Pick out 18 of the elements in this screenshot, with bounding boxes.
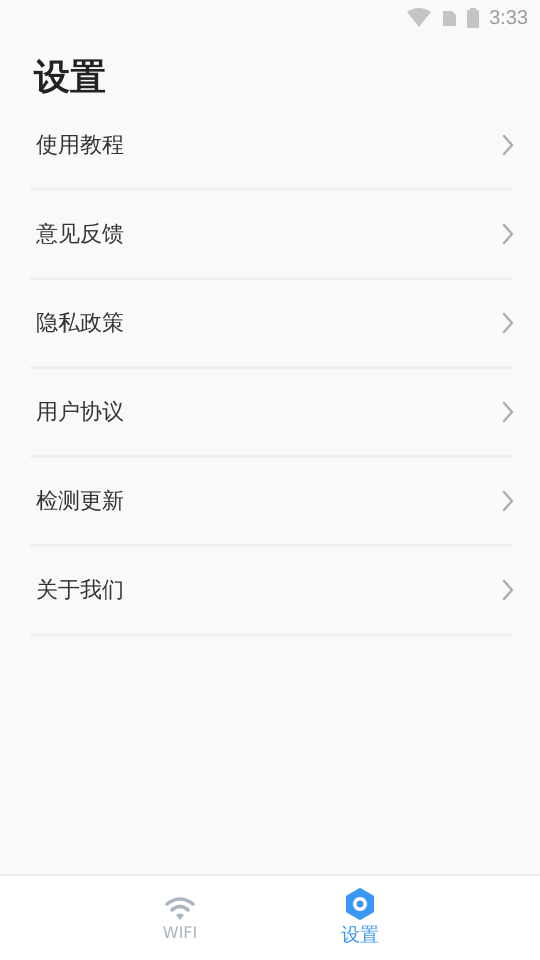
settings-item[interactable]: 隐私政策	[30, 280, 512, 369]
chevron-right-icon	[502, 134, 514, 156]
settings-item[interactable]: 检测更新	[30, 458, 512, 547]
settings-item[interactable]: 关于我们	[30, 547, 512, 636]
gear-icon	[344, 888, 376, 920]
settings-item[interactable]: 使用教程	[30, 102, 512, 191]
chevron-right-icon	[502, 312, 514, 334]
wifi-signal-icon	[407, 8, 432, 28]
settings-item[interactable]: 用户协议	[30, 369, 512, 458]
status-time: 3:33	[489, 6, 528, 30]
chevron-right-icon	[502, 401, 514, 423]
battery-icon	[467, 8, 480, 28]
chevron-right-icon	[502, 490, 514, 512]
chevron-right-icon	[502, 579, 514, 601]
chevron-right-icon	[502, 223, 514, 245]
page-title: 设置	[34, 56, 107, 100]
settings-item[interactable]: 意见反馈	[30, 191, 512, 280]
wifi-icon	[164, 894, 196, 920]
